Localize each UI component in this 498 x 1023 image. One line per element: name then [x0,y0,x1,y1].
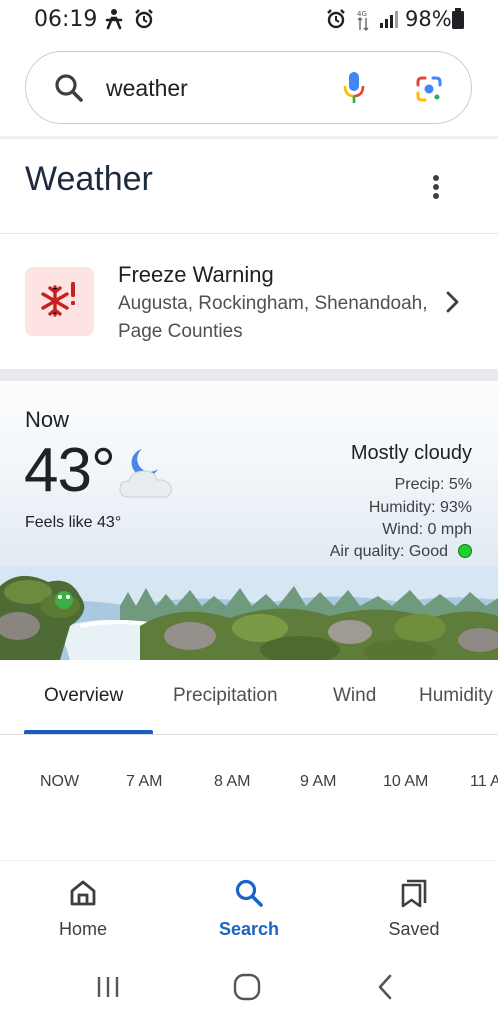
back-icon[interactable] [374,972,396,1002]
hour-label: NOW [40,773,80,790]
precip-value: Precip: 5% [394,476,472,493]
lens-icon[interactable] [414,74,444,104]
now-label: Now [25,407,70,432]
system-navigation [0,955,498,1023]
cloud-moon-icon [119,449,172,498]
search-input[interactable] [106,70,326,106]
home-circle-icon[interactable] [232,972,262,1002]
data-arrows-icon: 4G [357,10,369,31]
condition-text: Mostly cloudy [350,442,472,464]
tab-wind[interactable]: Wind [333,685,376,707]
nav-search[interactable]: Search [194,861,304,956]
nav-home[interactable]: Home [28,861,138,956]
tab-humidity[interactable]: Humidity [419,685,493,707]
status-time: 06:19 [34,7,98,32]
air-quality-value: Air quality: Good [329,543,448,560]
hour-label: 10 AM [383,773,429,790]
battery-percent: 98% [405,7,452,31]
temperature: 43° [24,436,116,505]
recents-icon[interactable] [95,972,121,1002]
hour-label: 7 AM [126,773,163,790]
current-conditions-panel: Now 43° Feels like 43° Mostly cloudy Pre… [0,381,498,660]
divider [0,369,498,381]
warning-areas: Augusta, Rockingham, Shenandoah, Page Co… [118,293,428,342]
hour-label: 8 AM [214,773,251,790]
search-bar[interactable] [25,51,472,124]
nav-search-label: Search [218,919,280,939]
feels-like: Feels like 43° [25,514,122,531]
accessibility-icon [105,9,123,30]
freeze-warning-card[interactable]: Freeze Warning Augusta, Rockingham, Shen… [0,234,498,369]
warning-title: Freeze Warning [118,262,274,287]
svg-text:4G: 4G [357,10,367,18]
tab-precipitation[interactable]: Precipitation [173,685,278,707]
divider [0,734,498,735]
search-icon[interactable] [53,72,85,104]
hour-label: 9 AM [300,773,337,790]
snowflake-alert-icon [41,282,75,317]
tab-bar: Overview Precipitation Wind Humidity [0,660,498,735]
alarm-icon [327,9,345,29]
search-icon [235,879,263,907]
mic-icon[interactable] [342,70,366,106]
warning-badge [25,267,94,336]
saved-icon [401,879,427,908]
nav-home-label: Home [58,919,107,939]
battery-icon [452,8,464,29]
nav-saved[interactable]: Saved [359,861,469,956]
landscape-illustration [0,566,498,660]
home-icon [70,880,96,906]
status-bar: 06:19 4G 98% [0,0,498,40]
alarm-icon [135,9,153,29]
signal-icon [380,11,398,28]
more-vert-icon[interactable] [424,170,448,204]
humidity-value: Humidity: 93% [368,499,472,516]
hourly-strip: NOW 7 AM 8 AM 9 AM 10 AM 11 AM [0,773,498,797]
nav-saved-label: Saved [388,919,440,939]
page-title: Weather [25,160,153,198]
divider [0,136,498,139]
bottom-navigation: Home Search Saved [0,860,498,955]
hour-label: 11 AM [470,773,498,790]
air-quality-dot [458,544,472,558]
wind-value: Wind: 0 mph [382,521,472,538]
chevron-right-icon[interactable] [445,290,461,314]
tab-overview[interactable]: Overview [44,685,123,707]
